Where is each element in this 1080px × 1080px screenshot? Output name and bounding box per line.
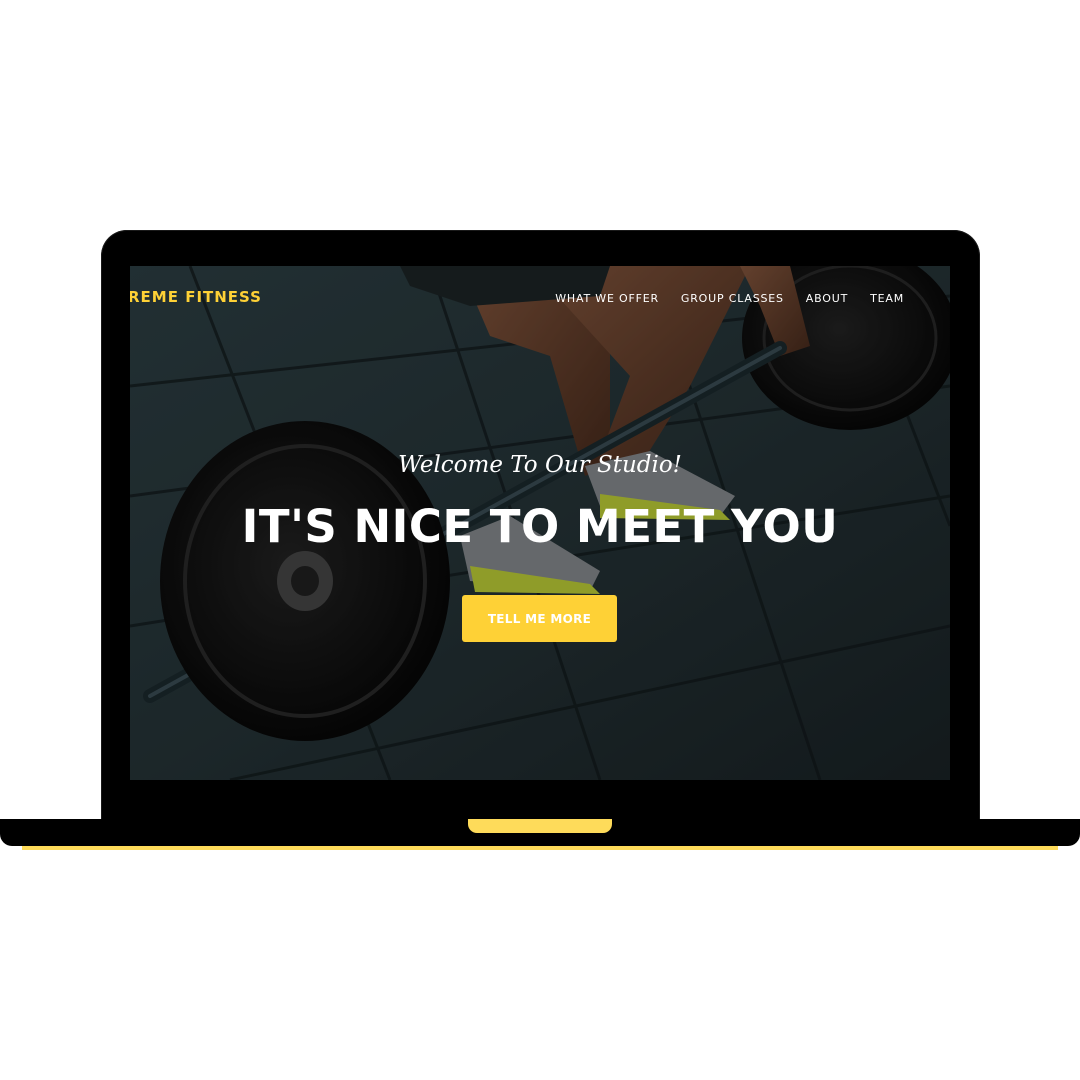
nav-link-what-we-offer[interactable]: WHAT WE OFFER: [555, 292, 659, 305]
laptop-screen: REME FITNESS WHAT WE OFFER GROUP CLASSES…: [130, 266, 950, 780]
nav-links: WHAT WE OFFER GROUP CLASSES ABOUT TEAM: [555, 292, 904, 305]
brand-logo[interactable]: REME FITNESS: [130, 288, 262, 306]
tell-me-more-button[interactable]: TELL ME MORE: [462, 595, 617, 642]
laptop-notch: [468, 819, 612, 833]
nav-link-group-classes[interactable]: GROUP CLASSES: [681, 292, 784, 305]
hero-subtitle: Welcome To Our Studio!: [398, 452, 682, 478]
laptop-base-accent: [22, 846, 1058, 850]
nav-link-about[interactable]: ABOUT: [806, 292, 848, 305]
nav-link-team[interactable]: TEAM: [870, 292, 904, 305]
navbar: REME FITNESS WHAT WE OFFER GROUP CLASSES…: [130, 266, 950, 330]
hero-title: IT'S NICE TO MEET YOU: [241, 500, 839, 553]
